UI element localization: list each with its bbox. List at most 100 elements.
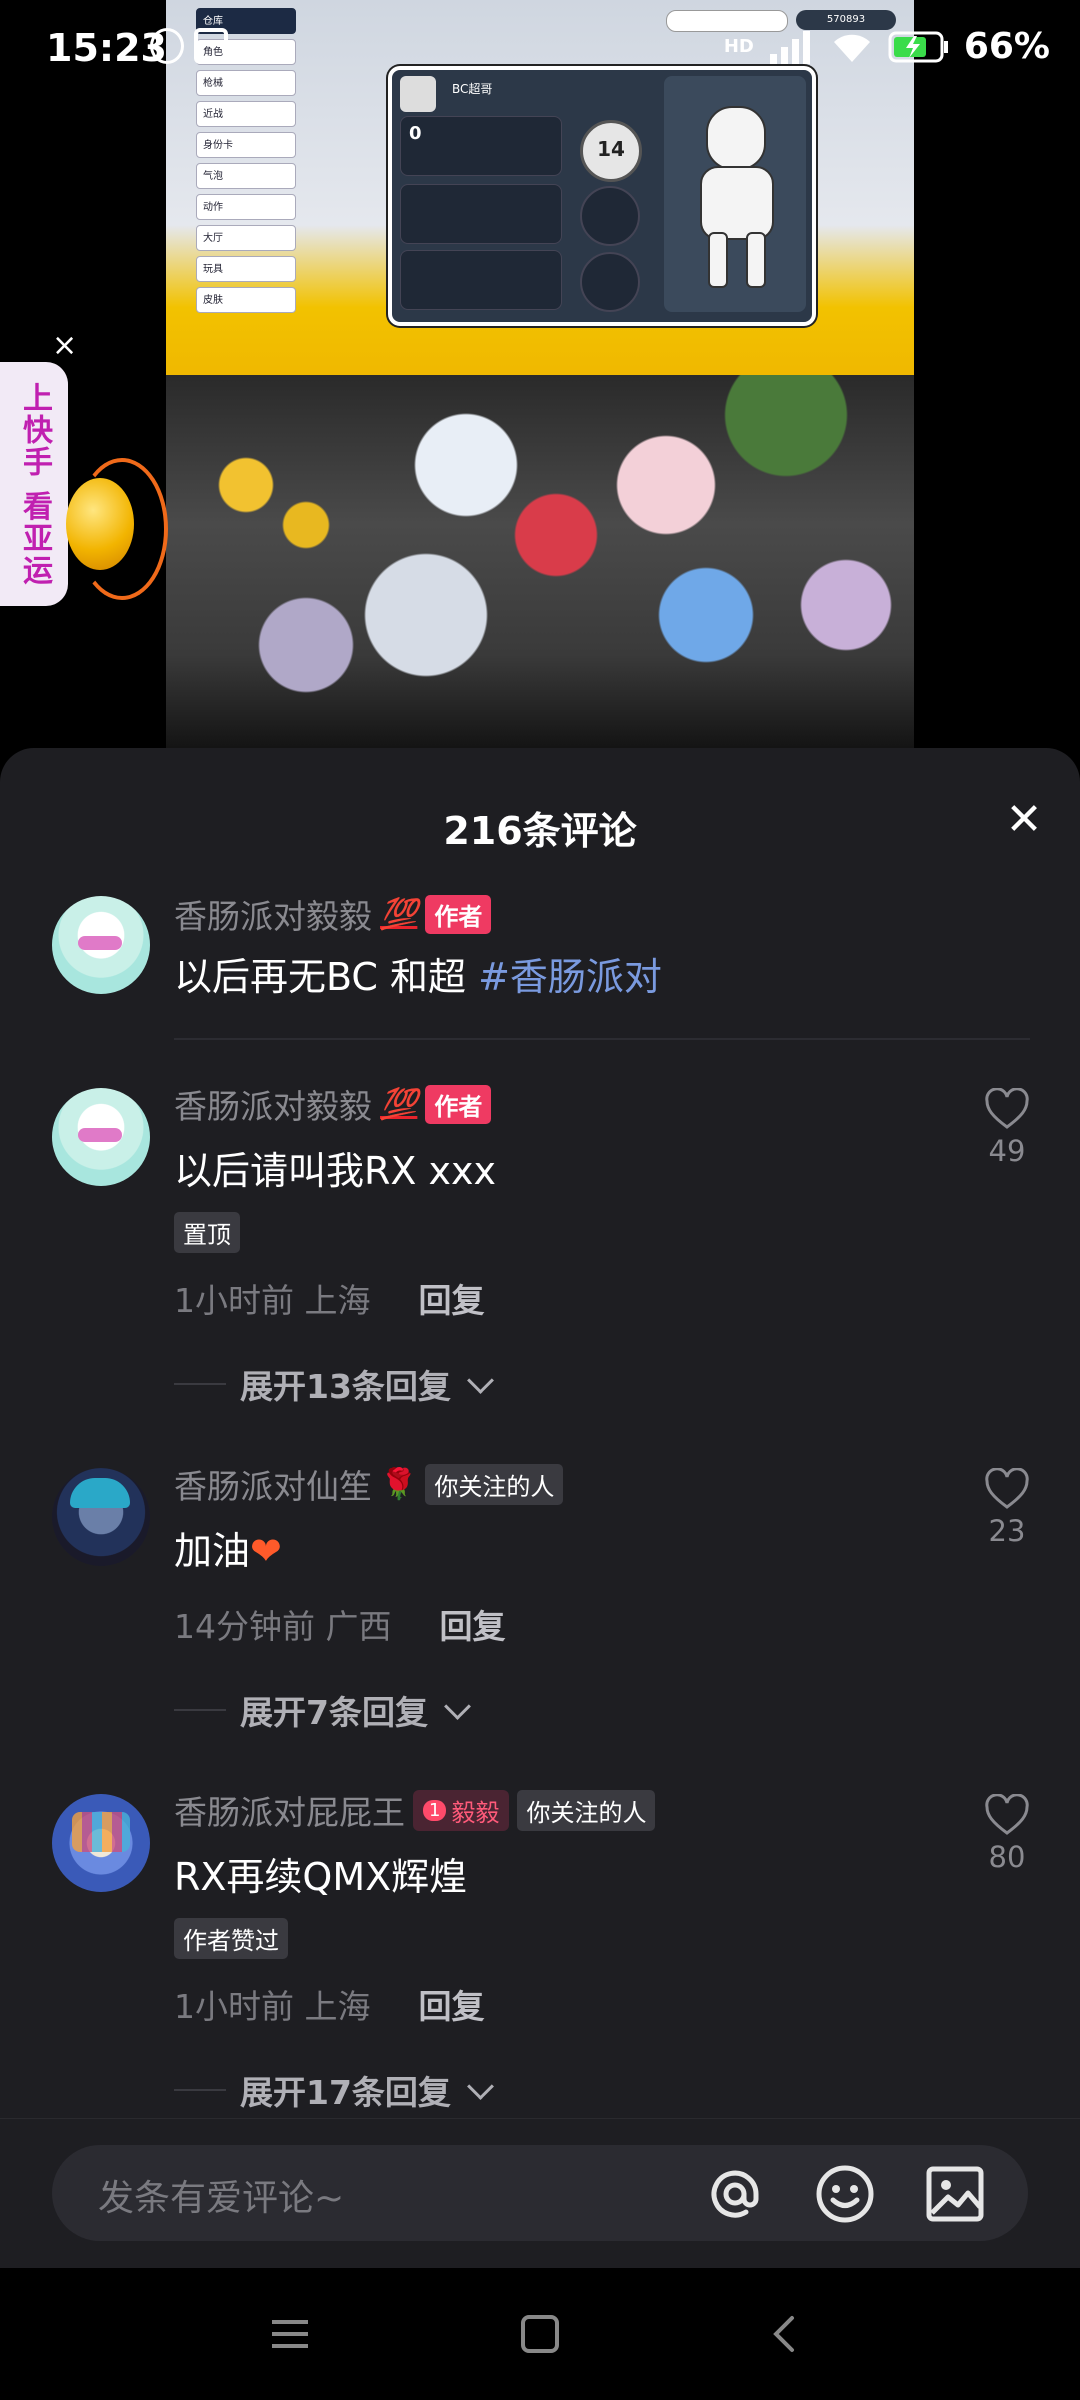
author-liked-badge: 作者赞过 (174, 1918, 288, 1959)
close-button[interactable]: ✕ (1002, 798, 1046, 842)
comment-username-row: 香肠派对屁屁王 1 毅毅 你关注的人 (174, 1786, 656, 1834)
character-body (700, 166, 774, 240)
comment-username[interactable]: 香肠派对毅毅 (174, 890, 372, 938)
game-stat-value: 0 (409, 123, 422, 144)
home-icon[interactable] (518, 2312, 562, 2356)
comment-location: 上海 (304, 1987, 371, 2026)
comment-meta: 14分钟前 广西 回复 (174, 1600, 506, 1648)
comment-username-row: 香肠派对毅毅 💯 作者 (174, 890, 492, 938)
emoji-icon[interactable] (814, 2163, 876, 2225)
author-badge: 作者 (425, 1084, 492, 1124)
ad-text: 上快手 看亚运 (17, 381, 52, 587)
character-head (706, 106, 766, 170)
chevron-down-icon (444, 1692, 471, 1720)
hashtag-link[interactable]: #香肠派对 (478, 955, 662, 999)
comment-time: 14分钟前 (174, 1607, 315, 1646)
avatar[interactable] (52, 1794, 150, 1892)
like-count: 49 (988, 1134, 1026, 1168)
expand-replies-button[interactable]: 展开7条回复 (174, 1686, 471, 1734)
following-badge: 你关注的人 (425, 1463, 564, 1505)
status-bar: 15:23 HD 66% (0, 0, 1080, 100)
expand-replies-button[interactable]: 展开17条回复 (174, 2066, 494, 2114)
video-player[interactable]: 仓库 角色 枪械 近战 身份卡 气泡 动作 大厅 玩具 皮肤 570893 BC… (166, 0, 914, 748)
comment-location: 广西 (325, 1607, 392, 1646)
game-menu-item: 近战 (196, 101, 296, 127)
fan-level: 1 (423, 1799, 447, 1821)
network-type: HD (723, 36, 754, 57)
following-badge: 你关注的人 (517, 1789, 656, 1831)
orange-heart-emoji-icon: ❤ (250, 1529, 282, 1573)
comment-text-body: 以后再无BC 和超 (174, 955, 479, 999)
back-icon[interactable] (764, 2312, 808, 2356)
comment-username-row: 香肠派对仙笙 🌹 你关注的人 (174, 1460, 564, 1508)
heart-icon (985, 1794, 1029, 1835)
game-menu-item: 大厅 (196, 225, 296, 251)
game-slot-circle (580, 252, 640, 312)
at-icon[interactable] (704, 2163, 766, 2225)
rose-emoji-icon: 🌹 (380, 1466, 418, 1502)
mute-icon (150, 28, 184, 64)
game-character-panel (664, 76, 806, 312)
comment-input[interactable]: 发条有爱评论~ (52, 2145, 1028, 2241)
game-menu-item: 玩具 (196, 256, 296, 282)
fan-club-badge: 1 毅毅 (413, 1789, 510, 1831)
wifi-icon (833, 34, 870, 62)
comment-time: 1小时前 (174, 1281, 294, 1320)
reply-button[interactable]: 回复 (419, 1980, 485, 2028)
expand-replies-label: 展开17条回复 (240, 2073, 451, 2112)
battery-icon (888, 31, 948, 62)
reply-button[interactable]: 回复 (419, 1274, 485, 1322)
comment-time-location: 14分钟前 广西 (174, 1600, 392, 1648)
signal-icon (769, 30, 810, 64)
expand-line (174, 1709, 226, 1711)
chevron-down-icon (467, 2072, 494, 2100)
expand-replies-button[interactable]: 展开13条回复 (174, 1360, 494, 1408)
pinned-badge: 置顶 (174, 1212, 240, 1253)
nfc-icon (194, 28, 228, 64)
ad-close-button[interactable]: × (52, 328, 77, 363)
comments-title: 216条评论 (443, 809, 637, 853)
game-slot-box (400, 184, 562, 244)
game-menu-item: 气泡 (196, 163, 296, 189)
like-button[interactable]: 49 (982, 1088, 1032, 1168)
status-right: HD 66% (724, 26, 1050, 67)
game-menu-item: 身份卡 (196, 132, 296, 158)
character-leg (746, 232, 766, 288)
comment-text: 以后再无BC 和超 #香肠派对 (174, 946, 662, 1001)
notification-icons (150, 28, 228, 64)
comment-input-bar: 发条有爱评论~ (0, 2118, 1080, 2269)
expand-replies-label: 展开7条回复 (240, 1693, 428, 1732)
ad-banner[interactable]: 上快手 看亚运 (0, 362, 68, 606)
heart-icon (985, 1088, 1029, 1129)
hundred-emoji-icon: 💯 (380, 1086, 418, 1122)
like-count: 80 (988, 1840, 1026, 1874)
system-nav-bar (0, 2268, 1080, 2400)
game-slot-circle (580, 186, 640, 246)
game-menu-item: 动作 (196, 194, 296, 220)
game-slot-box (400, 250, 562, 310)
expand-line (174, 2089, 226, 2091)
comment-username[interactable]: 香肠派对屁屁王 (174, 1786, 405, 1834)
flower-market-photo (166, 375, 914, 748)
ad-gold-ball-icon[interactable] (66, 478, 134, 570)
expand-line (174, 1383, 226, 1385)
comment-username[interactable]: 香肠派对仙笙 (174, 1460, 372, 1508)
game-menu-item: 皮肤 (196, 287, 296, 313)
comment-input-placeholder: 发条有爱评论~ (98, 2178, 345, 2219)
image-icon[interactable] (924, 2163, 986, 2225)
like-button[interactable]: 23 (982, 1468, 1032, 1548)
hundred-emoji-icon: 💯 (380, 896, 418, 932)
author-badge: 作者 (425, 894, 492, 934)
comment-username[interactable]: 香肠派对毅毅 (174, 1080, 372, 1128)
menu-icon[interactable] (268, 2312, 312, 2356)
reply-button[interactable]: 回复 (440, 1600, 506, 1648)
status-time: 15:23 (46, 26, 167, 70)
avatar[interactable] (52, 1088, 150, 1186)
like-button[interactable]: 80 (982, 1794, 1032, 1874)
comment-location: 上海 (304, 1281, 371, 1320)
comments-sheet: 216条评论 ✕ 香肠派对毅毅 💯 作者 以后再无BC 和超 #香肠派对 香肠派… (0, 748, 1080, 2268)
avatar[interactable] (52, 1468, 150, 1566)
avatar[interactable] (52, 896, 150, 994)
character-leg (708, 232, 728, 288)
like-count: 23 (988, 1514, 1026, 1548)
